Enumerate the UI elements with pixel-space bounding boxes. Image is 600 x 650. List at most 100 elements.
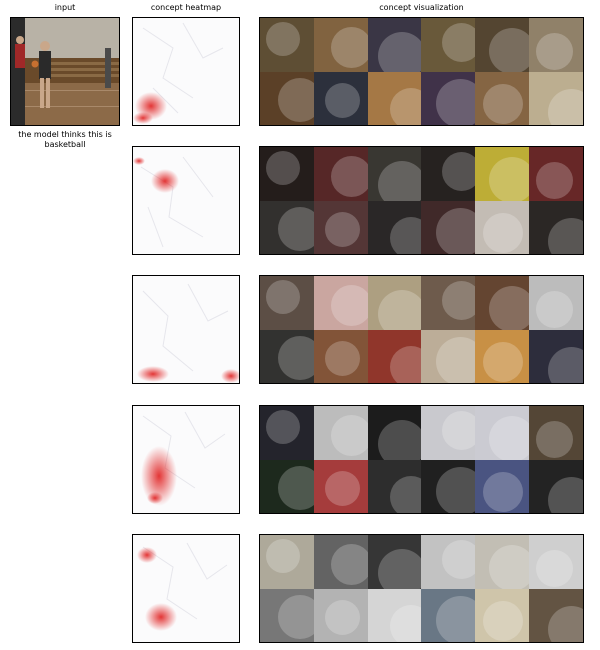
- highlight-region: [483, 83, 524, 124]
- heatmap-image: [133, 22, 224, 124]
- highlight-region: [483, 341, 524, 382]
- concept-tile: [313, 18, 368, 72]
- highlight-region: [436, 207, 476, 254]
- concept-tiles: [260, 406, 583, 513]
- concept-grid-row-5: [259, 534, 584, 643]
- concept-tile: [529, 535, 583, 589]
- highlight-region: [377, 290, 422, 330]
- heatmap-row-4: [132, 405, 240, 514]
- concept-tile: [313, 71, 368, 125]
- highlight-region: [442, 23, 476, 62]
- heatmap-row-2: [132, 146, 240, 255]
- highlight-region: [278, 335, 314, 380]
- highlight-region: [278, 465, 314, 510]
- heatmap-row-3: [132, 275, 240, 384]
- highlight-region: [483, 212, 524, 253]
- concept-tile: [260, 588, 314, 642]
- highlight-region: [442, 411, 476, 450]
- concept-tile: [475, 18, 530, 72]
- concept-tile: [529, 329, 583, 383]
- highlight-region: [536, 33, 574, 70]
- concept-tiles: [260, 276, 583, 383]
- concept-tile: [313, 276, 368, 330]
- concept-tile: [313, 459, 368, 513]
- highlight-region: [536, 550, 574, 587]
- concept-tile: [367, 588, 422, 642]
- highlight-region: [324, 340, 360, 376]
- concept-tile: [260, 406, 314, 460]
- concept-tile: [475, 588, 530, 642]
- concept-tile: [475, 276, 530, 330]
- concept-tile: [421, 329, 476, 383]
- column-title-heatmap: concept heatmap: [150, 3, 222, 12]
- highlight-region: [266, 280, 300, 314]
- highlight-region: [377, 549, 422, 589]
- concept-grid-row-1: [259, 17, 584, 126]
- concept-grid-row-4: [259, 405, 584, 514]
- concept-tile: [367, 329, 422, 383]
- concept-tile: [313, 535, 368, 589]
- highlight-region: [483, 471, 524, 512]
- concept-tile: [260, 18, 314, 72]
- highlight-region: [536, 421, 574, 458]
- input-image: [10, 17, 120, 126]
- concept-tile: [421, 588, 476, 642]
- heatmap-image: [141, 411, 226, 506]
- highlight-region: [266, 22, 300, 56]
- concept-tile: [529, 200, 583, 254]
- highlight-region: [436, 595, 476, 642]
- column-title-visualization: concept visualization: [379, 3, 464, 12]
- prediction-caption: the model thinks this is basketball: [18, 130, 112, 149]
- concept-tile: [421, 406, 476, 460]
- concept-tile: [367, 147, 422, 201]
- concept-tile: [260, 200, 314, 254]
- heatmap-image: [137, 283, 239, 383]
- highlight-region: [278, 77, 314, 122]
- highlight-region: [377, 32, 422, 72]
- basketball-photo: [11, 18, 119, 125]
- highlight-region: [330, 285, 368, 326]
- highlight-region: [330, 415, 368, 456]
- highlight-region: [278, 594, 314, 639]
- highlight-region: [442, 281, 476, 320]
- highlight-region: [377, 420, 422, 460]
- column-title-input: input: [54, 3, 76, 12]
- concept-tile: [529, 459, 583, 513]
- concept-tile: [313, 200, 368, 254]
- concept-tile: [529, 147, 583, 201]
- concept-tile: [529, 18, 583, 72]
- highlight-region: [324, 470, 360, 506]
- highlight-region: [489, 28, 530, 72]
- concept-tile: [260, 459, 314, 513]
- highlight-region: [324, 599, 360, 635]
- concept-tile: [260, 329, 314, 383]
- concept-tile: [475, 200, 530, 254]
- concept-tile: [421, 18, 476, 72]
- concept-tile: [313, 329, 368, 383]
- concept-tile: [367, 406, 422, 460]
- highlight-region: [442, 152, 476, 191]
- heatmap-row-5: [132, 534, 240, 643]
- highlight-region: [324, 82, 360, 118]
- concept-tiles: [260, 147, 583, 254]
- highlight-region: [436, 78, 476, 125]
- concept-tile: [260, 535, 314, 589]
- concept-tile: [421, 535, 476, 589]
- concept-tile: [529, 406, 583, 460]
- concept-tile: [421, 459, 476, 513]
- concept-tile: [529, 588, 583, 642]
- highlight-region: [483, 600, 524, 641]
- concept-tile: [421, 147, 476, 201]
- highlight-region: [330, 544, 368, 585]
- concept-grid-row-3: [259, 275, 584, 384]
- highlight-region: [489, 545, 530, 589]
- concept-tile: [260, 147, 314, 201]
- concept-tile: [367, 276, 422, 330]
- concept-tile: [475, 535, 530, 589]
- highlight-region: [278, 206, 314, 251]
- highlight-region: [266, 539, 300, 573]
- concept-tile: [367, 535, 422, 589]
- concept-tiles: [260, 18, 583, 125]
- concept-tile: [367, 200, 422, 254]
- concept-tile: [313, 147, 368, 201]
